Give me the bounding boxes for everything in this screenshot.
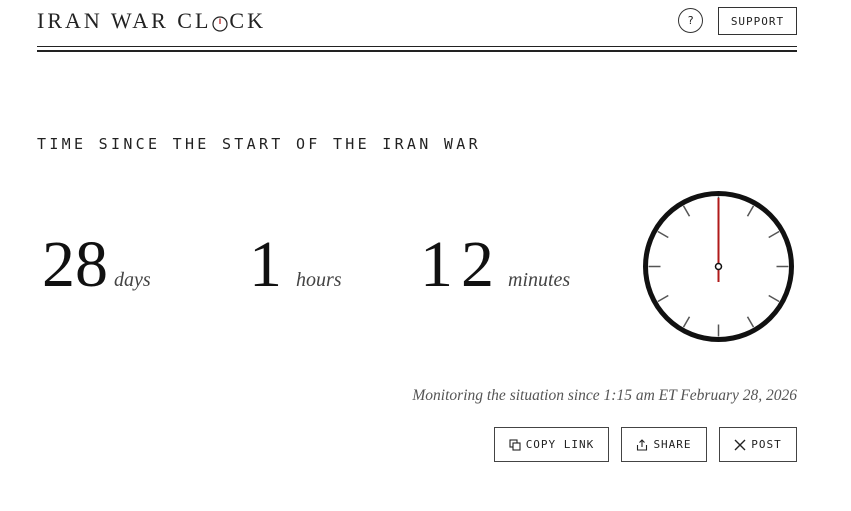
page: IRAN WAR CL CK ? SUPPORT TIME SINCE THE … (0, 0, 851, 511)
copy-link-button[interactable]: COPY LINK (494, 427, 609, 462)
header-divider-thin (37, 46, 797, 47)
hours-counter: 1 hours (249, 232, 342, 298)
section-heading: TIME SINCE THE START OF THE IRAN WAR (37, 135, 481, 153)
minutes-label: minutes (508, 269, 571, 291)
minutes-value: 12 (420, 228, 502, 301)
share-label: SHARE (653, 438, 692, 451)
days-label: days (114, 269, 151, 291)
analog-clock (642, 190, 795, 343)
post-label: POST (751, 438, 782, 451)
hours-value: 1 (249, 228, 290, 301)
days-value: 28 (42, 228, 108, 301)
days-counter: 28 days (42, 232, 151, 298)
share-icon (636, 438, 648, 451)
monitoring-text: Monitoring the situation since 1:15 am E… (412, 387, 797, 404)
header-divider-thick (37, 50, 797, 52)
site-logo[interactable]: IRAN WAR CL CK (37, 8, 266, 34)
hours-label: hours (296, 269, 342, 291)
copy-icon (509, 438, 521, 451)
copy-link-label: COPY LINK (525, 438, 595, 451)
logo-text-end: CK (229, 8, 266, 33)
clock-face-icon (643, 191, 794, 342)
clock-logo-icon (212, 12, 228, 32)
support-button[interactable]: SUPPORT (718, 7, 797, 35)
share-button[interactable]: SHARE (621, 427, 707, 462)
logo-text-start: IRAN WAR CL (37, 8, 212, 33)
minutes-counter: 12 minutes (420, 232, 570, 298)
post-button[interactable]: POST (719, 427, 797, 462)
x-logo-icon (734, 439, 746, 451)
help-button[interactable]: ? (678, 8, 703, 33)
